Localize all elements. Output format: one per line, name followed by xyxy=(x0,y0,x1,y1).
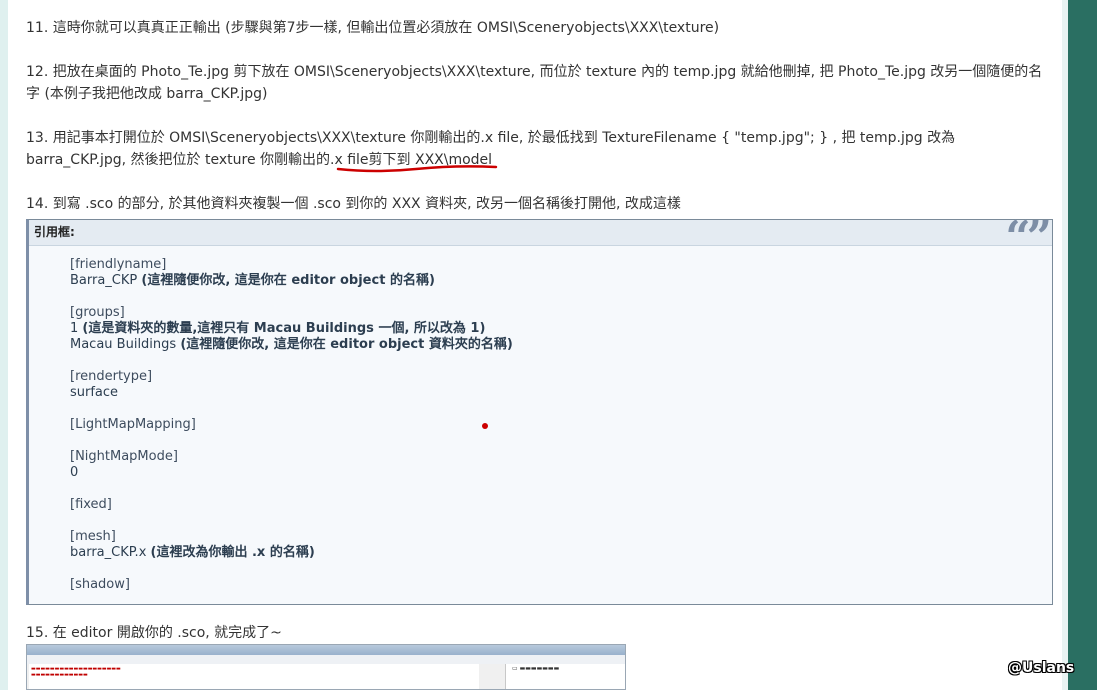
quote-line: [rendertype] xyxy=(70,369,153,384)
quote-note: (這裡改為你輸出 .x 的名稱) xyxy=(150,545,315,560)
step-12: 12. 把放在桌面的 Photo_Te.jpg 剪下放在 OMSI\Scener… xyxy=(26,64,1043,102)
quote-mark-icon: “” xyxy=(1005,212,1052,263)
quote-label: 引用框: xyxy=(34,225,75,239)
left-border-strip xyxy=(0,0,8,690)
quote-line: Macau Buildings (這裡隨便你改, 這是你在 editor obj… xyxy=(70,337,513,353)
quote-line: [fixed] xyxy=(70,497,112,512)
quote-note: (這裡隨便你改, 這是你在 editor object 的名稱) xyxy=(141,273,435,288)
quote-line: 0 xyxy=(70,465,79,480)
quote-line: [NightMapMode] xyxy=(70,449,178,464)
quote-box: 引用框: “” [friendlyname] Barra_CKP (這裡隨便你改… xyxy=(26,216,1053,605)
quote-header: 引用框: “” xyxy=(29,216,1052,260)
quote-line: barra_CKP.x (這裡改為你輸出 .x 的名稱) xyxy=(70,545,513,561)
watermark-logo: @Uslans xyxy=(1008,660,1075,676)
quote-value: Macau Buildings xyxy=(70,337,181,352)
thumb-status-text: ▬▬▬▬▬▬▬▬▬▬▬▬▬▬▬▬▬▬▬ ▬▬▬▬▬▬▬▬▬▬▬▬ xyxy=(31,666,121,678)
step-15: 15. 在 editor 開啟你的 .sco, 就完成了~ xyxy=(26,625,282,641)
quote-line: [friendlyname] xyxy=(70,257,167,272)
quote-value: Barra_CKP xyxy=(70,273,142,288)
step-11: 11. 這時你就可以真真正正輸出 (步驟與第7步一樣, 但輸出位置必須放在 OM… xyxy=(26,20,720,36)
thumb-side-panel: ▭ ▬▬▬▬▬▬▬ xyxy=(505,664,625,689)
quote-value: 1 xyxy=(70,321,83,336)
quote-line: surface xyxy=(70,385,119,400)
step-14: 14. 到寫 .sco 的部分, 於其他資料夾複製一個 .sco 到你的 XXX… xyxy=(26,196,681,212)
embedded-editor-screenshot[interactable]: ▬▬▬▬▬▬▬▬▬▬▬▬▬▬▬▬▬▬▬ ▬▬▬▬▬▬▬▬▬▬▬▬ ▭ ▬▬▬▬▬▬… xyxy=(26,644,626,690)
thumb-menubar xyxy=(27,655,625,664)
right-side-panel xyxy=(1068,0,1097,690)
quote-line: 1 (這是資料夾的數量,這裡只有 Macau Buildings 一個, 所以改… xyxy=(70,321,513,337)
thumb-titlebar xyxy=(27,645,625,655)
quote-line: [shadow] xyxy=(70,577,130,592)
quote-body: [friendlyname] Barra_CKP (這裡隨便你改, 這是你在 e… xyxy=(70,257,513,593)
quote-line: Barra_CKP (這裡隨便你改, 這是你在 editor object 的名… xyxy=(70,273,513,289)
quote-note: (這是資料夾的數量,這裡只有 Macau Buildings 一個, 所以改為 … xyxy=(82,321,486,336)
red-underline-annotation xyxy=(336,165,498,173)
quote-line: [groups] xyxy=(70,305,125,320)
quote-value: barra_CKP.x xyxy=(70,545,151,560)
quote-note: (這裡隨便你改, 這是你在 editor object 資料夾的名稱) xyxy=(180,337,513,352)
red-dot-marker xyxy=(482,423,488,429)
quote-line: [mesh] xyxy=(70,529,116,544)
quote-line: [LightMapMapping] xyxy=(70,417,196,432)
step-13: 13. 用記事本打開位於 OMSI\Sceneryobjects\XXX\tex… xyxy=(26,127,1054,171)
